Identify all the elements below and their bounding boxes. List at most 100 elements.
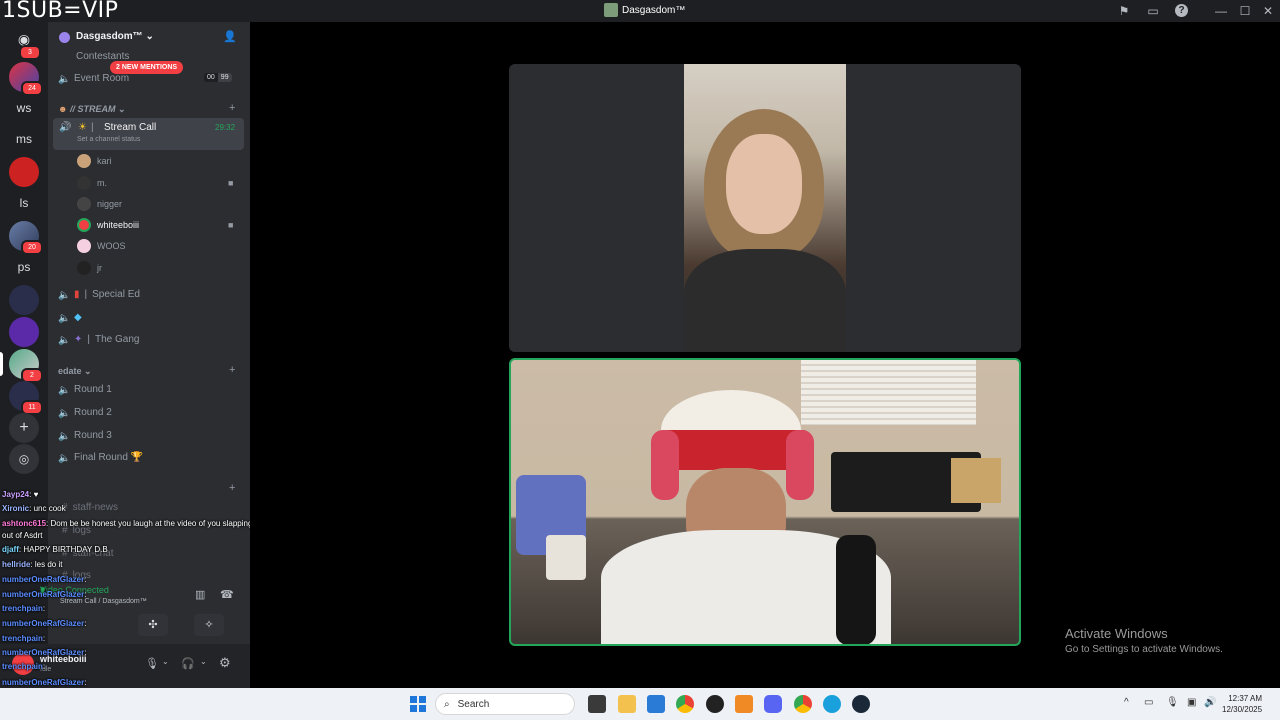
- channel-label: Round 1: [74, 384, 112, 395]
- chat-text: :: [42, 604, 46, 613]
- chat-text: :: [42, 662, 46, 671]
- server-ls[interactable]: ls: [9, 188, 39, 218]
- headphones-icon[interactable]: 🎧: [181, 657, 195, 670]
- create-channel-plus-icon[interactable]: +: [229, 364, 235, 376]
- channel-round-2[interactable]: 🔈 Round 2: [58, 407, 112, 419]
- discord-home-button[interactable]: ◉ 3: [9, 24, 41, 60]
- voice-user[interactable]: WOOS: [77, 239, 126, 253]
- steam-icon[interactable]: [852, 695, 870, 713]
- add-server-button[interactable]: +: [9, 413, 39, 443]
- server-icon-red[interactable]: [9, 157, 39, 187]
- mic-tray-icon[interactable]: 🎙: [1166, 697, 1179, 708]
- category-label: // STREAM: [70, 104, 116, 114]
- add-member-icon[interactable]: 👤: [223, 30, 237, 43]
- channel-special-ed[interactable]: 🔈 ▮ | Special Ed: [58, 289, 140, 301]
- speaker-icon: 🔈: [58, 73, 71, 85]
- chat-user: trenchpain: [2, 662, 43, 671]
- windows-start-button[interactable]: [410, 696, 426, 712]
- channel-round-1[interactable]: 🔈 Round 1: [58, 384, 112, 396]
- gear-icon[interactable]: ⚙: [219, 655, 231, 671]
- minimize-button[interactable]: —: [1213, 3, 1229, 19]
- server-label: ws: [16, 101, 32, 115]
- search-icon: ⌕: [444, 698, 450, 710]
- skull-icon: ☻: [58, 104, 68, 114]
- server-icon-12[interactable]: 11: [9, 381, 43, 415]
- title-bar: Dasgasdom™ ⚑ ▭ ? — ☐ ✕: [0, 0, 1280, 22]
- microphone-icon[interactable]: 🎙: [145, 657, 159, 670]
- chat-user: Jayp24: [2, 490, 30, 499]
- server-ps[interactable]: ps: [9, 252, 39, 282]
- server-thumbnail-icon: [604, 3, 618, 17]
- system-clock[interactable]: 12:37 AM 12/30/2025: [1222, 693, 1262, 715]
- file-explorer-icon[interactable]: [618, 695, 636, 713]
- disconnect-icon[interactable]: ☎: [220, 588, 234, 601]
- category-edate[interactable]: edate ⌄: [58, 366, 92, 377]
- channel-event-room[interactable]: 🔈 Event Room: [58, 73, 129, 85]
- channel-staff-news[interactable]: # staff-news: [62, 502, 118, 513]
- video-tile-1[interactable]: [509, 64, 1021, 352]
- server-ws[interactable]: ws: [9, 93, 39, 123]
- chevron-down-icon[interactable]: ⌄: [200, 657, 207, 666]
- channel-stream-call[interactable]: 🔊 ☀ | Stream Call Set a channel status 2…: [53, 118, 244, 150]
- soundboard-button[interactable]: ✧: [194, 614, 224, 636]
- server-header[interactable]: Dasgasdom™ ⌄ 👤: [48, 22, 250, 50]
- speaker-icon: 🔈: [58, 312, 71, 324]
- count-right: 99: [217, 73, 232, 82]
- video-tile-2-speaking[interactable]: [509, 358, 1021, 646]
- avatar: [77, 239, 91, 253]
- create-channel-plus-icon[interactable]: +: [229, 482, 235, 494]
- task-view-icon[interactable]: [588, 695, 606, 713]
- video-stage: Activate Windows Go to Settings to activ…: [250, 22, 1280, 688]
- channel-status[interactable]: Set a channel status: [77, 136, 140, 143]
- store-icon[interactable]: [647, 695, 665, 713]
- maximize-button[interactable]: ☐: [1237, 3, 1253, 19]
- server-ms[interactable]: ms: [9, 124, 39, 154]
- avatar: [77, 218, 91, 232]
- chrome-icon-2[interactable]: [794, 695, 812, 713]
- server-icon-7[interactable]: 20: [9, 221, 43, 255]
- display-icon[interactable]: ▣: [1187, 697, 1196, 708]
- create-channel-plus-icon[interactable]: +: [229, 102, 235, 114]
- server-icon-active[interactable]: 2: [9, 349, 43, 383]
- activate-title: Activate Windows: [1065, 626, 1168, 641]
- chrome-icon[interactable]: [676, 695, 694, 713]
- windows-taskbar: ⌕ Search ^ ▭ 🎙 ▣ 🔊 12:37 AM 12/30/2025: [0, 688, 1280, 720]
- channel-final-round[interactable]: 🔈 Final Round 🏆: [58, 452, 143, 464]
- edge-icon[interactable]: [823, 695, 841, 713]
- voice-user[interactable]: nigger: [77, 197, 122, 211]
- taskbar-search[interactable]: ⌕ Search: [435, 693, 575, 715]
- chat-text: :: [84, 575, 87, 584]
- screen-icon[interactable]: ▭: [1145, 3, 1161, 19]
- discord-taskbar-icon[interactable]: [764, 695, 782, 713]
- volume-icon[interactable]: 🔊: [1204, 697, 1216, 708]
- channel-round-3[interactable]: 🔈 Round 3: [58, 430, 112, 442]
- category-stream[interactable]: ☻ // STREAM ⌄: [58, 104, 126, 115]
- server-icon-9[interactable]: [9, 285, 39, 315]
- voice-user[interactable]: whiteeboiii: [77, 218, 139, 232]
- noise-suppression-icon[interactable]: ▥: [195, 588, 205, 601]
- server-icon-10[interactable]: [9, 317, 39, 347]
- server-icon-1[interactable]: 24: [9, 62, 43, 96]
- voice-user[interactable]: kari: [77, 154, 112, 168]
- app-icon-orange[interactable]: [735, 695, 753, 713]
- voice-user[interactable]: jr: [77, 261, 102, 275]
- network-icon[interactable]: ▭: [1144, 697, 1153, 708]
- chat-text: : unc cook: [29, 504, 66, 513]
- chat-message: hellride: les do it: [2, 560, 62, 569]
- app-icon[interactable]: [706, 695, 724, 713]
- activity-button[interactable]: ✣: [138, 614, 168, 636]
- divider-bar: |: [87, 334, 90, 345]
- inbox-flag-icon[interactable]: ⚑: [1116, 3, 1132, 19]
- window-title-text: Dasgasdom™: [622, 4, 686, 16]
- chevron-down-icon[interactable]: ⌄: [162, 657, 169, 666]
- channel-the-gang[interactable]: 🔈 ✦ | The Gang: [58, 334, 139, 346]
- channel-gem[interactable]: 🔈 ◆: [58, 312, 87, 324]
- help-icon[interactable]: ?: [1175, 4, 1188, 17]
- chevron-up-icon[interactable]: ^: [1124, 697, 1129, 708]
- voice-user[interactable]: m.: [77, 176, 107, 190]
- avatar: [77, 261, 91, 275]
- gem-emoji-icon: ◆: [74, 312, 82, 323]
- explore-button[interactable]: ◎: [9, 444, 39, 474]
- close-button[interactable]: ✕: [1260, 3, 1276, 19]
- voice-location[interactable]: Stream Call / Dasgasdom™: [60, 598, 147, 605]
